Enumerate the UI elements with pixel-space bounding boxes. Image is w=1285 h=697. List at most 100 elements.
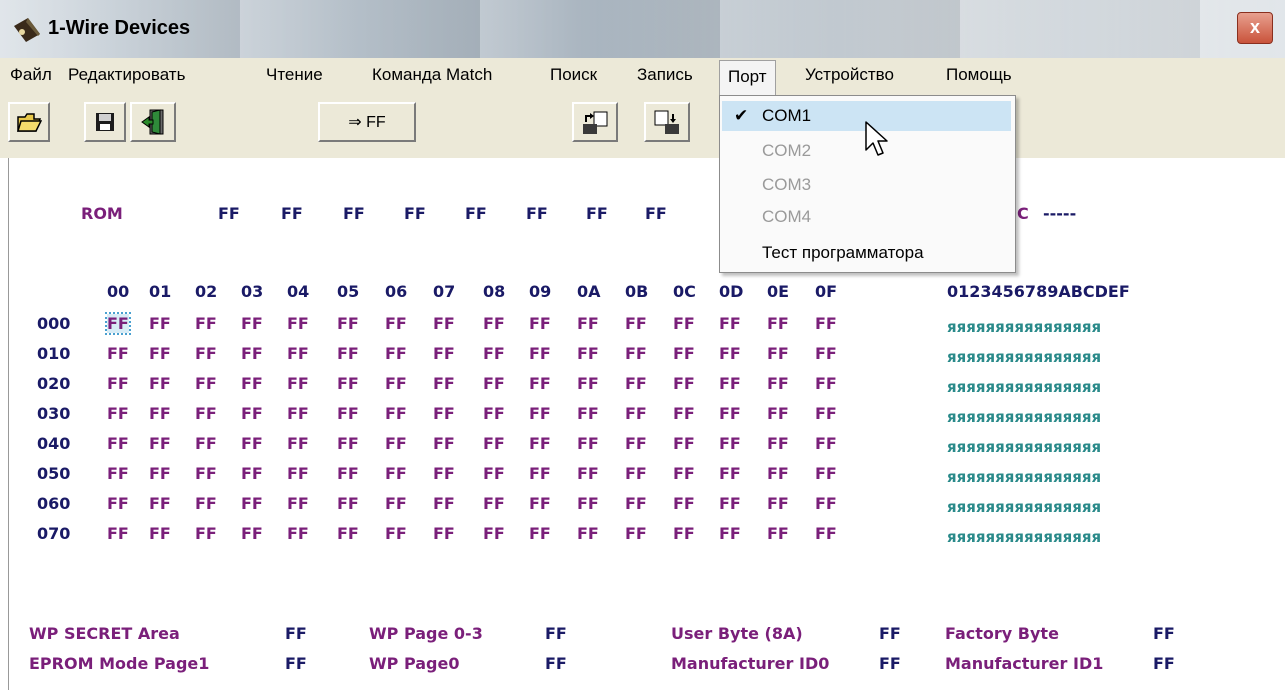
byte-cell[interactable]: FF [529, 464, 551, 483]
byte-cell[interactable]: FF [385, 374, 407, 393]
menu-device[interactable]: Устройство [805, 58, 894, 92]
byte-cell[interactable]: FF [815, 494, 837, 513]
byte-cell[interactable]: FF [149, 374, 171, 393]
byte-cell[interactable]: FF [287, 524, 309, 543]
byte-cell[interactable]: FF [107, 404, 129, 423]
byte-cell[interactable]: FF [337, 494, 359, 513]
byte-cell[interactable]: FF [105, 312, 131, 335]
byte-cell[interactable]: FF [529, 344, 551, 363]
byte-cell[interactable]: FF [625, 434, 647, 453]
byte-cell[interactable]: FF [385, 344, 407, 363]
byte-cell[interactable]: FF [483, 314, 505, 333]
exit-button[interactable] [130, 102, 176, 142]
port-option-com3[interactable]: COM3 [722, 170, 1011, 200]
byte-cell[interactable]: FF [433, 374, 455, 393]
byte-cell[interactable]: FF [529, 374, 551, 393]
byte-cell[interactable]: FF [719, 524, 741, 543]
port-option-com4[interactable]: COM4 [722, 202, 1011, 232]
byte-cell[interactable]: FF [767, 404, 789, 423]
byte-cell[interactable]: FF [287, 494, 309, 513]
byte-cell[interactable]: FF [673, 314, 695, 333]
rom-byte[interactable]: FF [645, 204, 667, 223]
byte-cell[interactable]: FF [107, 494, 129, 513]
byte-cell[interactable]: FF [767, 434, 789, 453]
byte-cell[interactable]: FF [673, 494, 695, 513]
byte-cell[interactable]: FF [577, 374, 599, 393]
byte-cell[interactable]: FF [433, 434, 455, 453]
menu-edit[interactable]: Редактировать [68, 58, 185, 92]
byte-cell[interactable]: FF [195, 314, 217, 333]
byte-cell[interactable]: FF [337, 344, 359, 363]
byte-cell[interactable]: FF [337, 464, 359, 483]
menu-read[interactable]: Чтение [266, 58, 323, 92]
open-button[interactable] [8, 102, 50, 142]
byte-cell[interactable]: FF [337, 374, 359, 393]
byte-cell[interactable]: FF [433, 404, 455, 423]
byte-cell[interactable]: FF [195, 344, 217, 363]
byte-cell[interactable]: FF [625, 374, 647, 393]
byte-cell[interactable]: FF [483, 404, 505, 423]
byte-cell[interactable]: FF [241, 344, 263, 363]
close-button[interactable]: x [1237, 12, 1273, 44]
byte-cell[interactable]: FF [719, 494, 741, 513]
byte-cell[interactable]: FF [577, 464, 599, 483]
byte-cell[interactable]: FF [107, 344, 129, 363]
rom-byte[interactable]: FF [281, 204, 303, 223]
byte-cell[interactable]: FF [815, 524, 837, 543]
port-option-programmer-test[interactable]: Тест программатора [722, 238, 1011, 268]
byte-cell[interactable]: FF [287, 404, 309, 423]
byte-cell[interactable]: FF [673, 404, 695, 423]
byte-cell[interactable]: FF [483, 524, 505, 543]
byte-cell[interactable]: FF [483, 434, 505, 453]
menu-port[interactable]: Порт [719, 60, 776, 96]
byte-cell[interactable]: FF [483, 494, 505, 513]
byte-cell[interactable]: FF [577, 344, 599, 363]
byte-cell[interactable]: FF [241, 314, 263, 333]
byte-cell[interactable]: FF [337, 314, 359, 333]
byte-cell[interactable]: FF [483, 374, 505, 393]
byte-cell[interactable]: FF [719, 374, 741, 393]
byte-cell[interactable]: FF [483, 344, 505, 363]
byte-cell[interactable]: FF [625, 314, 647, 333]
byte-cell[interactable]: FF [195, 374, 217, 393]
byte-cell[interactable]: FF [815, 434, 837, 453]
byte-cell[interactable]: FF [195, 404, 217, 423]
byte-cell[interactable]: FF [815, 314, 837, 333]
byte-cell[interactable]: FF [433, 344, 455, 363]
byte-cell[interactable]: FF [719, 434, 741, 453]
menu-help[interactable]: Помощь [946, 58, 1012, 92]
byte-cell[interactable]: FF [241, 434, 263, 453]
byte-cell[interactable]: FF [337, 404, 359, 423]
byte-cell[interactable]: FF [767, 314, 789, 333]
byte-cell[interactable]: FF [673, 374, 695, 393]
byte-cell[interactable]: FF [241, 404, 263, 423]
save-button[interactable] [84, 102, 126, 142]
byte-cell[interactable]: FF [385, 494, 407, 513]
byte-cell[interactable]: FF [337, 524, 359, 543]
byte-cell[interactable]: FF [107, 464, 129, 483]
byte-cell[interactable]: FF [149, 464, 171, 483]
byte-cell[interactable]: FF [195, 464, 217, 483]
byte-cell[interactable]: FF [577, 434, 599, 453]
byte-cell[interactable]: FF [625, 404, 647, 423]
byte-cell[interactable]: FF [719, 464, 741, 483]
byte-cell[interactable]: FF [287, 464, 309, 483]
byte-cell[interactable]: FF [767, 374, 789, 393]
byte-cell[interactable]: FF [149, 404, 171, 423]
byte-cell[interactable]: FF [433, 494, 455, 513]
byte-cell[interactable]: FF [149, 524, 171, 543]
byte-cell[interactable]: FF [815, 404, 837, 423]
byte-cell[interactable]: FF [625, 344, 647, 363]
byte-cell[interactable]: FF [625, 494, 647, 513]
fill-ff-button[interactable]: ⇒ FF [318, 102, 416, 142]
byte-cell[interactable]: FF [625, 524, 647, 543]
byte-cell[interactable]: FF [385, 524, 407, 543]
byte-cell[interactable]: FF [815, 464, 837, 483]
menu-match-command[interactable]: Команда Match [372, 58, 492, 92]
byte-cell[interactable]: FF [107, 524, 129, 543]
byte-cell[interactable]: FF [577, 524, 599, 543]
byte-cell[interactable]: FF [625, 464, 647, 483]
byte-cell[interactable]: FF [241, 464, 263, 483]
byte-cell[interactable]: FF [577, 404, 599, 423]
byte-cell[interactable]: FF [241, 524, 263, 543]
